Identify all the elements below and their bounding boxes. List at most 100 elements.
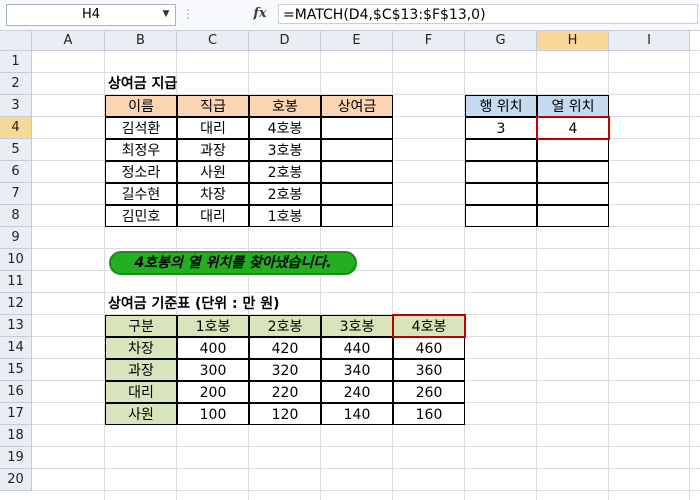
table-cell[interactable]: 140 <box>321 403 393 425</box>
table-cell[interactable]: 440 <box>321 337 393 359</box>
gridline <box>0 248 700 249</box>
table-cell[interactable]: 대리 <box>105 381 177 403</box>
row-header-8[interactable]: 8 <box>0 205 32 227</box>
table-cell[interactable]: 4호봉 <box>249 117 321 139</box>
row-header-3[interactable]: 3 <box>0 95 32 117</box>
gridline <box>0 490 700 491</box>
row-header-18[interactable]: 18 <box>0 425 32 447</box>
table-cell[interactable]: 120 <box>249 403 321 425</box>
column-header-f[interactable]: F <box>393 31 465 51</box>
table-cell[interactable]: 360 <box>393 359 465 381</box>
table-cell[interactable]: 100 <box>177 403 249 425</box>
row-header-6[interactable]: 6 <box>0 161 32 183</box>
table-cell[interactable]: 340 <box>321 359 393 381</box>
table-cell[interactable] <box>321 205 393 227</box>
insert-function-icon[interactable]: fx <box>248 4 272 24</box>
row-header-19[interactable]: 19 <box>0 447 32 469</box>
table-header-cell[interactable]: 이름 <box>105 95 177 117</box>
table-header-cell[interactable]: 3호봉 <box>321 315 393 337</box>
section-title[interactable]: 상여금 기준표 (단위 : 만 원) <box>105 293 280 315</box>
table-cell[interactable]: 320 <box>249 359 321 381</box>
lookup-cell[interactable] <box>465 161 537 183</box>
chevron-down-icon[interactable]: ▼ <box>158 4 174 24</box>
column-header-h[interactable]: H <box>537 31 609 51</box>
gridline <box>0 446 700 447</box>
lookup-cell[interactable] <box>465 139 537 161</box>
row-header-4[interactable]: 4 <box>0 117 32 139</box>
section-title[interactable]: 상여금 지급 <box>105 73 177 95</box>
row-header-20[interactable]: 20 <box>0 469 32 491</box>
lookup-cell[interactable]: 3 <box>465 117 537 139</box>
lookup-cell[interactable] <box>537 183 609 205</box>
row-header-2[interactable]: 2 <box>0 73 32 95</box>
table-cell[interactable]: 300 <box>177 359 249 381</box>
row-header-11[interactable]: 11 <box>0 271 32 293</box>
table-cell[interactable]: 2호봉 <box>249 183 321 205</box>
table-cell[interactable]: 400 <box>177 337 249 359</box>
row-header-5[interactable]: 5 <box>0 139 32 161</box>
table-cell[interactable]: 대리 <box>177 117 249 139</box>
table-cell[interactable]: 차장 <box>105 337 177 359</box>
table-cell[interactable]: 2호봉 <box>249 161 321 183</box>
table-cell[interactable]: 460 <box>393 337 465 359</box>
table-cell[interactable] <box>321 183 393 205</box>
table-cell[interactable]: 과장 <box>177 139 249 161</box>
table-header-cell[interactable]: 호봉 <box>249 95 321 117</box>
formula-input[interactable]: =MATCH(D4,$C$13:$F$13,0) <box>278 4 698 24</box>
table-cell[interactable] <box>321 161 393 183</box>
table-cell[interactable]: 과장 <box>105 359 177 381</box>
table-cell[interactable]: 240 <box>321 381 393 403</box>
table-cell[interactable] <box>321 139 393 161</box>
table-cell[interactable]: 차장 <box>177 183 249 205</box>
table-cell[interactable]: 김민호 <box>105 205 177 227</box>
table-cell[interactable]: 사원 <box>105 403 177 425</box>
table-cell[interactable]: 420 <box>249 337 321 359</box>
row-header-9[interactable]: 9 <box>0 227 32 249</box>
lookup-cell[interactable] <box>537 139 609 161</box>
row-header-14[interactable]: 14 <box>0 337 32 359</box>
row-header-1[interactable]: 1 <box>0 51 32 73</box>
row-header-16[interactable]: 16 <box>0 381 32 403</box>
column-header-i[interactable]: I <box>609 31 690 51</box>
lookup-header-cell[interactable]: 행 위치 <box>465 95 537 117</box>
table-cell[interactable]: 사원 <box>177 161 249 183</box>
lookup-cell[interactable] <box>465 205 537 227</box>
table-cell[interactable]: 최정우 <box>105 139 177 161</box>
table-cell[interactable]: 길수현 <box>105 183 177 205</box>
table-cell[interactable] <box>321 117 393 139</box>
formula-bar-splitter[interactable]: ⋮ <box>182 4 194 24</box>
row-header-13[interactable]: 13 <box>0 315 32 337</box>
name-box[interactable]: H4 <box>6 4 176 26</box>
column-header-a[interactable]: A <box>32 31 105 51</box>
table-cell[interactable]: 220 <box>249 381 321 403</box>
table-cell[interactable]: 1호봉 <box>249 205 321 227</box>
lookup-cell[interactable] <box>465 183 537 205</box>
worksheet-grid[interactable]: A B C D E F G H I 1 2 3 4 5 6 7 8 9 10 11 12 13 14 15 16 17 18 19 20… <box>0 31 700 500</box>
table-header-cell[interactable]: 2호봉 <box>249 315 321 337</box>
row-header-12[interactable]: 12 <box>0 293 32 315</box>
table-header-cell[interactable]: 구분 <box>105 315 177 337</box>
column-header-g[interactable]: G <box>465 31 537 51</box>
table-cell[interactable]: 정소라 <box>105 161 177 183</box>
table-cell[interactable]: 3호봉 <box>249 139 321 161</box>
table-cell[interactable]: 김석환 <box>105 117 177 139</box>
row-header-10[interactable]: 10 <box>0 249 32 271</box>
row-header-15[interactable]: 15 <box>0 359 32 381</box>
table-cell[interactable]: 260 <box>393 381 465 403</box>
table-header-cell[interactable]: 직급 <box>177 95 249 117</box>
column-header-c[interactable]: C <box>177 31 249 51</box>
column-header-b[interactable]: B <box>105 31 177 51</box>
table-cell[interactable]: 200 <box>177 381 249 403</box>
row-header-17[interactable]: 17 <box>0 403 32 425</box>
table-cell[interactable]: 160 <box>393 403 465 425</box>
column-header-e[interactable]: E <box>321 31 393 51</box>
lookup-header-cell[interactable]: 열 위치 <box>537 95 609 117</box>
table-header-cell[interactable]: 1호봉 <box>177 315 249 337</box>
lookup-cell[interactable] <box>537 205 609 227</box>
lookup-cell[interactable] <box>537 161 609 183</box>
select-all-corner[interactable] <box>0 31 32 51</box>
table-header-cell[interactable]: 상여금 <box>321 95 393 117</box>
table-cell[interactable]: 대리 <box>177 205 249 227</box>
row-header-7[interactable]: 7 <box>0 183 32 205</box>
column-header-d[interactable]: D <box>249 31 321 51</box>
